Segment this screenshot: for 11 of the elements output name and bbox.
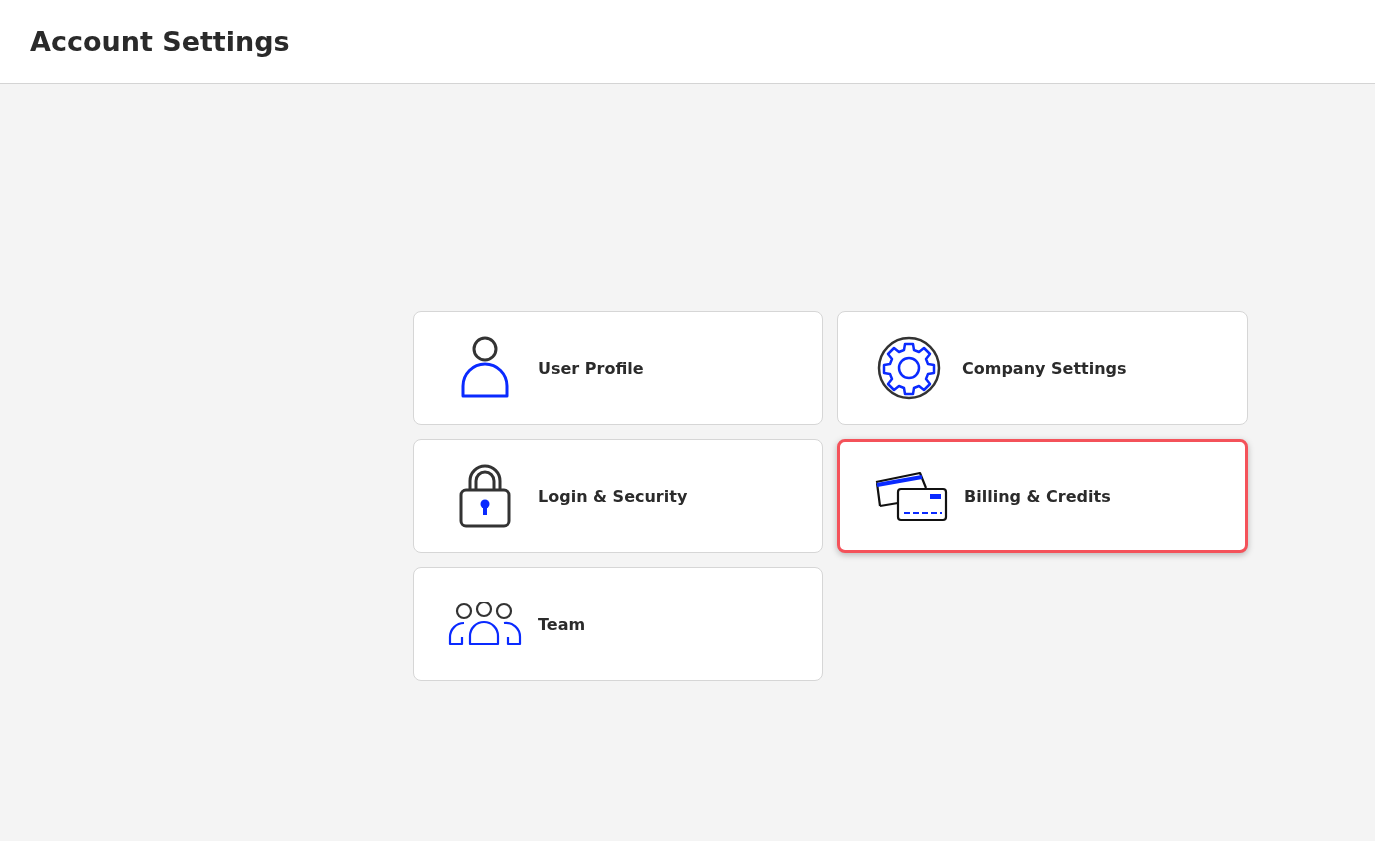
- gear-icon: [877, 336, 941, 400]
- person-icon: [460, 336, 510, 400]
- settings-card[interactable]: User Profile: [413, 311, 823, 425]
- settings-card[interactable]: Billing & Credits: [837, 439, 1248, 553]
- page-title: Account Settings: [30, 26, 290, 57]
- credit-cards-icon: [874, 470, 948, 522]
- padlock-icon: [459, 464, 511, 528]
- settings-card[interactable]: Team: [413, 567, 823, 681]
- settings-card[interactable]: Login & Security: [413, 439, 823, 553]
- team-icon: [448, 602, 522, 646]
- settings-card[interactable]: Company Settings: [837, 311, 1248, 425]
